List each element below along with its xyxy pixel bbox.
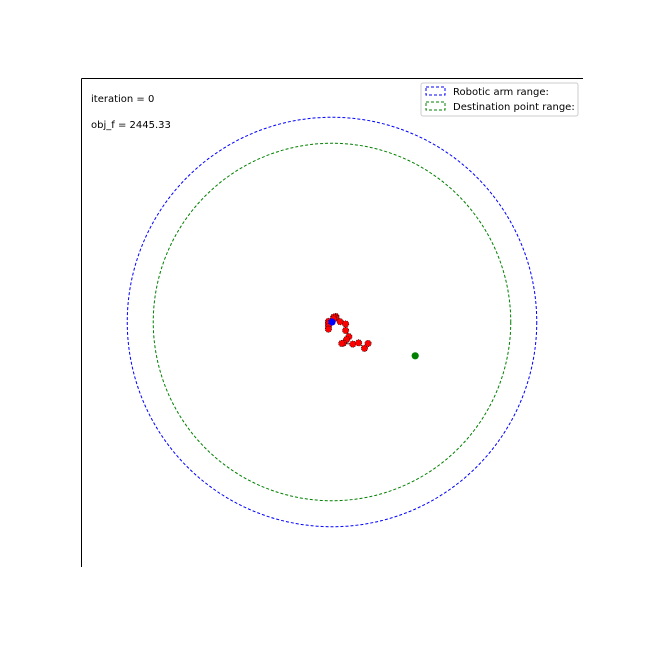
arm-joint-marker bbox=[342, 326, 350, 334]
arm-joint-marker bbox=[342, 320, 350, 328]
objective-annotation: obj_f = 2445.33 bbox=[91, 120, 171, 131]
arm-joint-marker bbox=[324, 325, 332, 333]
arm-joint-marker bbox=[338, 339, 346, 347]
iteration-annotation: iteration = 0 bbox=[91, 94, 154, 105]
arm-base-point bbox=[328, 318, 336, 326]
destination-point bbox=[411, 352, 419, 360]
arm-joint-marker bbox=[336, 318, 344, 326]
arm-joint-marker bbox=[364, 339, 372, 347]
chart-figure: iteration = 0 obj_f = 2445.33 Robotic ar… bbox=[81, 78, 583, 567]
legend: Robotic arm range: Destination point ran… bbox=[420, 82, 579, 117]
plot-area bbox=[126, 116, 538, 528]
arm-joint-marker bbox=[355, 339, 363, 347]
legend-label-destination: Destination point range: bbox=[453, 102, 575, 113]
legend-label-robotic-arm: Robotic arm range: bbox=[453, 87, 549, 98]
arm-joint-marker bbox=[349, 340, 357, 348]
